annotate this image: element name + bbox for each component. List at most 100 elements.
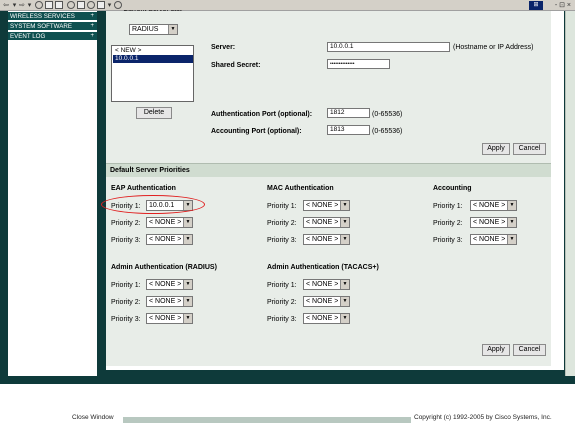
chevron-down-icon: ▼ (340, 297, 349, 306)
acct-priority-2-select[interactable]: < NONE > ▼ (470, 217, 517, 228)
chevron-down-icon: ▼ (183, 218, 192, 227)
select-value: < NONE > (473, 236, 506, 243)
apply-button[interactable]: Apply (482, 143, 510, 155)
select-value: < NONE > (149, 298, 182, 305)
admin-tacacs-priority-3-select[interactable]: < NONE > ▼ (303, 313, 350, 324)
history-icon[interactable] (87, 1, 95, 9)
delete-button[interactable]: Delete (136, 107, 172, 119)
accounting-title: Accounting (433, 185, 472, 192)
admin-tacacs-title: Admin Authentication (TACACS+) (267, 264, 379, 271)
mail-icon[interactable] (97, 1, 105, 9)
auth-port-input[interactable]: 1812 (327, 108, 370, 118)
home-icon[interactable] (55, 1, 63, 9)
select-value: < NONE > (306, 315, 339, 322)
acct-priority-3-select[interactable]: < NONE > ▼ (470, 234, 517, 245)
admin-tacacs-priority-1-select[interactable]: < NONE > ▼ (303, 279, 350, 290)
nav-item-event-log[interactable]: EVENT LOG + (8, 32, 97, 41)
acct-port-input[interactable]: 1813 (327, 125, 370, 135)
nav-item-system-software[interactable]: SYSTEM SOFTWARE + (8, 22, 97, 31)
copyright-text: Copyright (c) 1992-2005 by Cisco Systems… (414, 414, 552, 421)
nav-item-label: WIRELESS SERVICES (10, 13, 75, 20)
admin-radius-priority-2-select[interactable]: < NONE > ▼ (146, 296, 193, 307)
search-icon[interactable] (67, 1, 75, 9)
chevron-down-icon: ▼ (507, 201, 516, 210)
chevron-down-icon: ▼ (183, 280, 192, 289)
browser-toolbar: ⇦ ▾ ⇨ ▾ ▾ ⊞ - ⊡ × (0, 0, 575, 11)
admin-radius-priority-1-label: Priority 1: (111, 282, 141, 289)
expand-icon[interactable]: + (90, 22, 94, 31)
admin-tacacs-priority-2-label: Priority 2: (267, 299, 297, 306)
server-type-value: RADIUS (132, 26, 159, 33)
priorities-apply-button[interactable]: Apply (482, 344, 510, 356)
nav-item-label: SYSTEM SOFTWARE (10, 23, 72, 30)
select-value: < NONE > (306, 202, 339, 209)
admin-tacacs-priority-2-select[interactable]: < NONE > ▼ (303, 296, 350, 307)
admin-tacacs-priority-3-label: Priority 3: (267, 316, 297, 323)
select-value: < NONE > (149, 219, 182, 226)
server-type-select[interactable]: RADIUS ▼ (129, 24, 178, 35)
shared-secret-input[interactable]: •••••••••••••• (327, 59, 390, 69)
windows-logo-icon: ⊞ (529, 1, 543, 10)
list-item-selected[interactable]: 10.0.0.1 (113, 55, 193, 63)
admin-radius-priority-2-label: Priority 2: (111, 299, 141, 306)
cancel-button[interactable]: Cancel (513, 143, 546, 155)
current-server-list-label: Current Server List (123, 10, 182, 14)
server-label: Server: (211, 44, 236, 51)
select-value: < NONE > (149, 315, 182, 322)
shared-secret-label: Shared Secret: (211, 62, 261, 69)
acct-priority-3-label: Priority 3: (433, 237, 463, 244)
server-hint: (Hostname or IP Address) (453, 44, 534, 51)
select-value: < NONE > (306, 298, 339, 305)
server-listbox[interactable]: < NEW > 10.0.0.1 (111, 45, 194, 102)
expand-icon[interactable]: + (90, 32, 94, 41)
chevron-down-icon: ▼ (340, 314, 349, 323)
acct-port-label: Accounting Port (optional): (211, 128, 302, 135)
forward-dropdown-icon[interactable]: ▾ (27, 1, 32, 10)
admin-tacacs-priority-1-label: Priority 1: (267, 282, 297, 289)
expand-icon[interactable]: + (90, 12, 94, 21)
admin-radius-priority-1-select[interactable]: < NONE > ▼ (146, 279, 193, 290)
refresh-icon[interactable] (45, 1, 53, 9)
stop-icon[interactable] (35, 1, 43, 9)
nav-item-label: EVENT LOG (10, 33, 46, 40)
mac-authentication-title: MAC Authentication (267, 185, 334, 192)
mail-dropdown-icon[interactable]: ▾ (107, 1, 112, 10)
eap-priority-2-label: Priority 2: (111, 220, 141, 227)
back-icon[interactable]: ⇦ (2, 1, 10, 10)
print-icon[interactable] (114, 1, 122, 9)
mac-priority-2-label: Priority 2: (267, 220, 297, 227)
default-priorities-header: Default Server Priorities (106, 163, 551, 177)
priorities-cancel-button[interactable]: Cancel (513, 344, 546, 356)
auth-port-range: (0-65536) (372, 111, 403, 118)
eap-priority-3-select[interactable]: < NONE > ▼ (146, 234, 193, 245)
highlight-annotation (101, 195, 205, 214)
eap-priority-3-label: Priority 3: (111, 237, 141, 244)
acct-priority-1-select[interactable]: < NONE > ▼ (470, 200, 517, 211)
auth-port-label: Authentication Port (optional): (211, 111, 313, 118)
select-value: < NONE > (473, 202, 506, 209)
window-controls[interactable]: - ⊡ × (555, 1, 571, 10)
favorites-icon[interactable] (77, 1, 85, 9)
mac-priority-3-select[interactable]: < NONE > ▼ (303, 234, 350, 245)
chevron-down-icon: ▼ (340, 201, 349, 210)
chevron-down-icon: ▼ (507, 235, 516, 244)
admin-radius-priority-3-select[interactable]: < NONE > ▼ (146, 313, 193, 324)
chevron-down-icon: ▼ (340, 280, 349, 289)
chevron-down-icon: ▼ (183, 314, 192, 323)
vertical-scrollbar[interactable] (565, 11, 575, 384)
select-value: < NONE > (306, 236, 339, 243)
close-window-link[interactable]: Close Window (72, 414, 114, 421)
server-input[interactable]: 10.0.0.1 (327, 42, 450, 52)
eap-authentication-title: EAP Authentication (111, 185, 176, 192)
chevron-down-icon: ▼ (507, 218, 516, 227)
list-item[interactable]: < NEW > (113, 47, 193, 55)
nav-item-wireless-services[interactable]: WIRELESS SERVICES + (8, 12, 97, 21)
chevron-down-icon: ▼ (340, 235, 349, 244)
back-dropdown-icon[interactable]: ▾ (12, 1, 17, 10)
select-value: < NONE > (473, 219, 506, 226)
mac-priority-1-select[interactable]: < NONE > ▼ (303, 200, 350, 211)
forward-icon[interactable]: ⇨ (18, 1, 26, 10)
select-value: < NONE > (306, 281, 339, 288)
eap-priority-2-select[interactable]: < NONE > ▼ (146, 217, 193, 228)
mac-priority-2-select[interactable]: < NONE > ▼ (303, 217, 350, 228)
